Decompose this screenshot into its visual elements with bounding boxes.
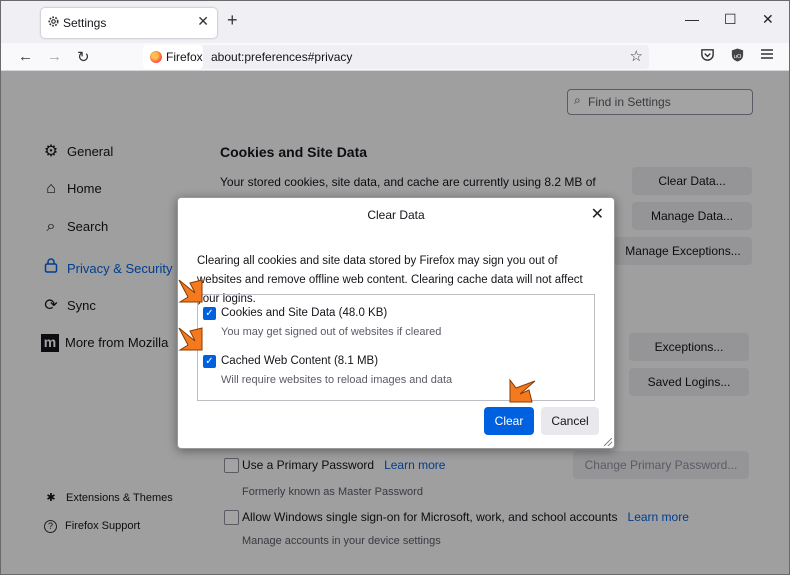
arrow-icon — [178, 279, 536, 403]
browser-window: Settings ✕ + — ☐ ✕ ← → ↻ Firefox about:p… — [0, 0, 790, 575]
annotation-arrows — [178, 279, 536, 403]
